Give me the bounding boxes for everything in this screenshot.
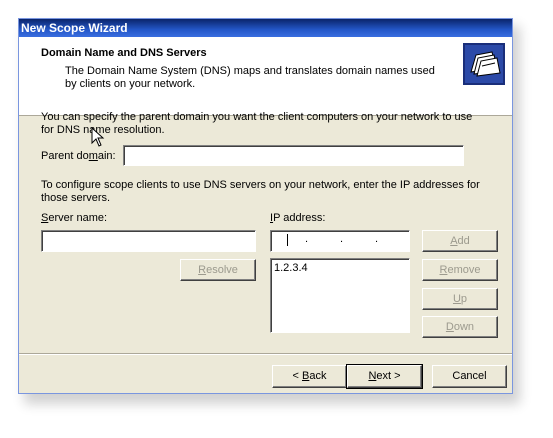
- cancel-button[interactable]: Cancel: [432, 365, 507, 388]
- ip-dot: .: [375, 233, 379, 245]
- list-item[interactable]: 1.2.3.4: [274, 262, 308, 274]
- page-title: Domain Name and DNS Servers: [41, 47, 207, 59]
- server-name-input[interactable]: [41, 230, 256, 252]
- back-button[interactable]: < Back: [272, 365, 347, 388]
- ip-dot: .: [340, 233, 344, 245]
- add-button[interactable]: Add: [422, 230, 498, 252]
- dns-server-list[interactable]: 1.2.3.4: [270, 258, 410, 333]
- wizard-header: Domain Name and DNS Servers The Domain N…: [19, 37, 512, 116]
- intro-text: You can specify the parent domain you wa…: [41, 111, 473, 136]
- window-title: New Scope Wizard: [21, 21, 128, 35]
- wizard-window: New Scope Wizard Domain Name and DNS Ser…: [18, 18, 513, 394]
- server-name-label: Server name:: [41, 212, 108, 224]
- title-bar[interactable]: New Scope Wizard: [19, 19, 512, 37]
- down-button[interactable]: Down: [422, 316, 498, 338]
- mouse-pointer-icon: [91, 127, 105, 147]
- up-button[interactable]: Up: [422, 288, 498, 310]
- resolve-button[interactable]: Resolve: [180, 259, 256, 281]
- ip-address-label: IP address:: [270, 212, 326, 224]
- page-description: The Domain Name System (DNS) maps and tr…: [65, 65, 435, 90]
- parent-domain-label: Parent domain:: [41, 150, 116, 162]
- footer-separator: [19, 353, 512, 355]
- folders-wizard-icon: [463, 43, 505, 85]
- remove-button[interactable]: Remove: [422, 259, 498, 281]
- ip-dot: .: [305, 233, 309, 245]
- next-button[interactable]: Next >: [346, 364, 423, 389]
- text-caret: [287, 234, 288, 246]
- dns-servers-text: To configure scope clients to use DNS se…: [41, 179, 480, 204]
- parent-domain-input[interactable]: [123, 145, 464, 166]
- ip-address-input[interactable]: . . .: [270, 230, 410, 252]
